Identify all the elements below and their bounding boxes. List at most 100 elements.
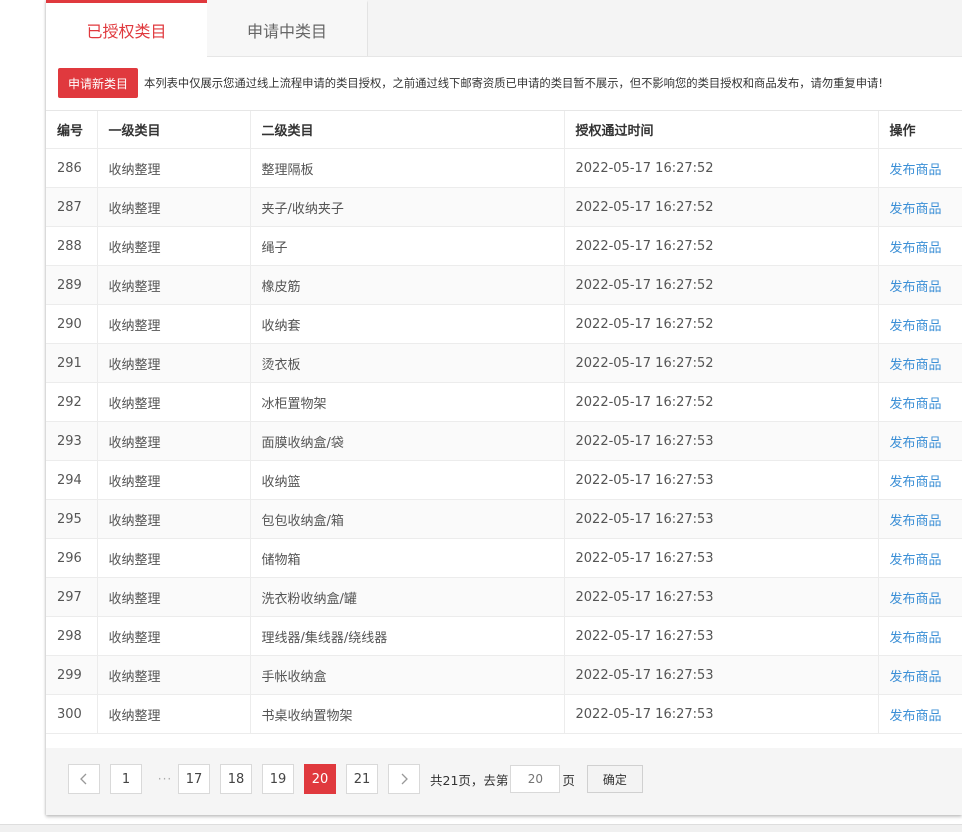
- cell-cat1: 收纳整理: [96, 538, 250, 578]
- cell-action: 发布商品: [877, 382, 962, 422]
- publish-product-link[interactable]: 发布商品: [890, 592, 942, 607]
- cell-action: 发布商品: [877, 265, 962, 305]
- table-row: 296 收纳整理 储物箱 2022-05-17 16:27:53 发布商品: [46, 538, 962, 578]
- cell-cat1: 收纳整理: [96, 148, 250, 188]
- cell-cat1: 收纳整理: [96, 187, 250, 227]
- page-button[interactable]: 21: [346, 764, 378, 794]
- publish-product-link[interactable]: 发布商品: [890, 280, 942, 295]
- publish-product-link[interactable]: 发布商品: [890, 475, 942, 490]
- cell-cat2: 夹子/收纳夹子: [249, 187, 564, 227]
- cell-cat1: 收纳整理: [96, 382, 250, 422]
- table-row: 300 收纳整理 书桌收纳置物架 2022-05-17 16:27:53 发布商品: [46, 694, 962, 734]
- publish-product-link[interactable]: 发布商品: [890, 631, 942, 646]
- goto-page-input[interactable]: [510, 765, 561, 793]
- page-button[interactable]: 19: [262, 764, 294, 794]
- tab-bar: 已授权类目 申请中类目: [46, 0, 962, 57]
- table-row: 297 收纳整理 洗衣粉收纳盒/罐 2022-05-17 16:27:53 发布商品: [46, 577, 962, 617]
- table-row: 289 收纳整理 橡皮筋 2022-05-17 16:27:52 发布商品: [46, 265, 962, 305]
- publish-product-link[interactable]: 发布商品: [890, 163, 942, 178]
- cell-id: 299: [46, 655, 97, 695]
- header-time: 授权通过时间: [563, 110, 878, 149]
- confirm-goto-button[interactable]: 确定: [586, 765, 643, 793]
- cell-id: 287: [46, 187, 97, 227]
- category-table: 编号 一级类目 二级类目 授权通过时间 操作 286 收纳整理 整理隔板 2022-0…: [46, 110, 962, 734]
- cell-cat2: 收纳套: [249, 304, 564, 344]
- cell-cat1: 收纳整理: [96, 460, 250, 500]
- cell-action: 发布商品: [877, 187, 962, 227]
- cell-time: 2022-05-17 16:27:52: [563, 304, 878, 344]
- publish-product-link[interactable]: 发布商品: [890, 514, 942, 529]
- cell-cat2: 手帐收纳盒: [249, 655, 564, 695]
- cell-cat2: 包包收纳盒/箱: [249, 499, 564, 539]
- pagination-ellipsis: ···: [157, 772, 173, 786]
- cell-cat1: 收纳整理: [96, 226, 250, 266]
- cell-action: 发布商品: [877, 226, 962, 266]
- cell-id: 297: [46, 577, 97, 617]
- cell-time: 2022-05-17 16:27:53: [563, 577, 878, 617]
- cell-cat2: 橡皮筋: [249, 265, 564, 305]
- cell-time: 2022-05-17 16:27:53: [563, 616, 878, 656]
- cell-id: 295: [46, 499, 97, 539]
- cell-id: 296: [46, 538, 97, 578]
- cell-action: 发布商品: [877, 616, 962, 656]
- cell-cat2: 整理隔板: [249, 148, 564, 188]
- cell-id: 291: [46, 343, 97, 383]
- publish-product-link[interactable]: 发布商品: [890, 397, 942, 412]
- table-row: 294 收纳整理 收纳篮 2022-05-17 16:27:53 发布商品: [46, 460, 962, 500]
- cell-action: 发布商品: [877, 499, 962, 539]
- cell-time: 2022-05-17 16:27:53: [563, 421, 878, 461]
- table-row: 299 收纳整理 手帐收纳盒 2022-05-17 16:27:53 发布商品: [46, 655, 962, 695]
- cell-action: 发布商品: [877, 538, 962, 578]
- cell-cat1: 收纳整理: [96, 694, 250, 734]
- publish-product-link[interactable]: 发布商品: [890, 358, 942, 373]
- table-body: 286 收纳整理 整理隔板 2022-05-17 16:27:52 发布商品 287 收纳…: [46, 148, 962, 734]
- next-page-button[interactable]: [388, 764, 420, 794]
- cell-time: 2022-05-17 16:27:53: [563, 694, 878, 734]
- publish-product-link[interactable]: 发布商品: [890, 436, 942, 451]
- cell-action: 发布商品: [877, 694, 962, 734]
- table-row: 287 收纳整理 夹子/收纳夹子 2022-05-17 16:27:52 发布商品: [46, 187, 962, 227]
- cell-time: 2022-05-17 16:27:52: [563, 382, 878, 422]
- page-suffix-text: 页: [562, 772, 575, 788]
- chevron-left-icon: [80, 773, 87, 785]
- cell-cat1: 收纳整理: [96, 499, 250, 539]
- cell-time: 2022-05-17 16:27:53: [563, 499, 878, 539]
- cell-time: 2022-05-17 16:27:53: [563, 460, 878, 500]
- cell-cat2: 洗衣粉收纳盒/罐: [249, 577, 564, 617]
- page-button-current[interactable]: 20: [304, 764, 336, 794]
- tab-authorized[interactable]: 已授权类目: [46, 0, 207, 57]
- cell-cat2: 书桌收纳置物架: [249, 694, 564, 734]
- cell-action: 发布商品: [877, 655, 962, 695]
- page-button-first[interactable]: 1: [110, 764, 142, 794]
- table-row: 293 收纳整理 面膜收纳盒/袋 2022-05-17 16:27:53 发布商品: [46, 421, 962, 461]
- cell-cat2: 冰柜置物架: [249, 382, 564, 422]
- cell-time: 2022-05-17 16:27:52: [563, 343, 878, 383]
- cell-time: 2022-05-17 16:27:52: [563, 226, 878, 266]
- header-cat2: 二级类目: [249, 110, 564, 149]
- publish-product-link[interactable]: 发布商品: [890, 202, 942, 217]
- cell-action: 发布商品: [877, 148, 962, 188]
- publish-product-link[interactable]: 发布商品: [890, 670, 942, 685]
- cell-action: 发布商品: [877, 304, 962, 344]
- cell-cat1: 收纳整理: [96, 343, 250, 383]
- publish-product-link[interactable]: 发布商品: [890, 319, 942, 334]
- page-button[interactable]: 17: [178, 764, 210, 794]
- publish-product-link[interactable]: 发布商品: [890, 709, 942, 724]
- cell-id: 293: [46, 421, 97, 461]
- table-row: 288 收纳整理 绳子 2022-05-17 16:27:52 发布商品: [46, 226, 962, 266]
- cell-cat1: 收纳整理: [96, 577, 250, 617]
- prev-page-button[interactable]: [68, 764, 100, 794]
- apply-new-category-button[interactable]: 申请新类目: [58, 68, 139, 98]
- publish-product-link[interactable]: 发布商品: [890, 241, 942, 256]
- cell-id: 298: [46, 616, 97, 656]
- cell-cat2: 烫衣板: [249, 343, 564, 383]
- page-button[interactable]: 18: [220, 764, 252, 794]
- pagination: 1 ··· 17 18 19 20 21 共21页，去第 页 确定: [68, 764, 643, 794]
- cell-id: 294: [46, 460, 97, 500]
- cell-time: 2022-05-17 16:27:53: [563, 655, 878, 695]
- category-panel: 已授权类目 申请中类目 申请新类目 本列表中仅展示您通过线上流程申请的类目授权，…: [46, 0, 962, 815]
- tab-pending[interactable]: 申请中类目: [207, 0, 368, 56]
- notice-text: 本列表中仅展示您通过线上流程申请的类目授权，之前通过线下邮寄资质已申请的类目暂不…: [144, 77, 883, 90]
- publish-product-link[interactable]: 发布商品: [890, 553, 942, 568]
- cell-cat1: 收纳整理: [96, 616, 250, 656]
